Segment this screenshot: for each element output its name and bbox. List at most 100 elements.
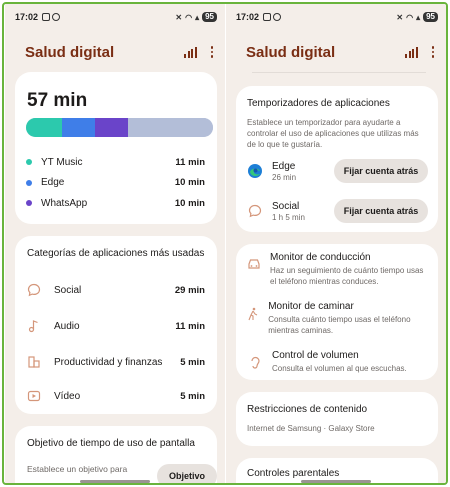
category-label: Vídeo — [54, 390, 81, 402]
car-icon — [247, 258, 261, 270]
navigation-handle[interactable] — [80, 480, 150, 483]
parental-controls-title: Controles parentales — [247, 468, 340, 479]
edge-icon — [247, 163, 263, 179]
right-screen: 17:02 ✕ ◠ ▴ 95 Salud digital Temporizado… — [226, 4, 446, 483]
legend-value: 10 min — [174, 177, 205, 189]
mute-icon: ✕ — [396, 12, 404, 22]
status-bar: 17:02 ✕ ◠ ▴ 95 — [236, 10, 438, 24]
page-title: Salud digital — [246, 43, 336, 61]
walking-monitor-row[interactable]: Monitor de caminar Consulta cuánto tiemp… — [247, 301, 428, 336]
driving-monitor-row[interactable]: Monitor de conducción Haz un seguimiento… — [247, 252, 428, 287]
legend-label: WhatsApp — [41, 197, 88, 209]
total-usage-time: 57 min — [27, 90, 88, 111]
play-icon — [27, 389, 41, 403]
timer-app-usage: 1 h 5 min — [272, 212, 305, 222]
category-row-audio[interactable]: Audio 11 min — [27, 316, 205, 336]
signal-icon: ▴ — [195, 12, 200, 22]
scroll-divider — [252, 72, 426, 73]
category-value: 5 min — [180, 390, 205, 402]
monitor-title: Monitor de conducción — [270, 252, 371, 263]
notification-icons — [263, 13, 282, 21]
page-title: Salud digital — [25, 43, 115, 61]
stats-bars-icon[interactable] — [405, 46, 418, 58]
more-options-icon[interactable] — [431, 46, 434, 58]
system-status-icons: ✕ ◠ ▴ 95 — [396, 12, 438, 22]
status-bar: 17:02 ✕ ◠ ▴ 95 — [15, 10, 217, 24]
category-label: Audio — [54, 320, 80, 332]
category-row-social[interactable]: Social 29 min — [27, 280, 205, 300]
category-label: Social — [54, 284, 82, 296]
set-countdown-button[interactable]: Fijar cuenta atrás — [334, 199, 428, 223]
categories-card: Categorías de aplicaciones más usadas So… — [15, 236, 217, 414]
status-time: 17:02 — [15, 12, 39, 22]
monitors-card: Monitor de conducción Haz un seguimiento… — [236, 244, 438, 380]
legend-label: YT Music — [41, 156, 83, 168]
walking-icon — [247, 307, 259, 321]
timers-title[interactable]: Temporizadores de aplicaciones — [247, 98, 390, 109]
wifi-icon: ◠ — [185, 12, 193, 22]
content-restrictions-card[interactable]: Restricciones de contenido Internet de S… — [236, 392, 438, 446]
legend-value: 11 min — [175, 156, 205, 168]
whatsapp-notification-icon — [273, 13, 282, 21]
stats-bars-icon[interactable] — [184, 46, 197, 58]
usage-segment — [127, 118, 213, 137]
category-row-productivity[interactable]: Productividad y finanzas 5 min — [27, 352, 205, 372]
usage-summary-card[interactable]: 57 min YT Music 11 min Edge 10 min Whats… — [15, 72, 217, 224]
left-screen: 17:02 ✕ ◠ ▴ 95 Salud digital 57 min YT M… — [5, 4, 225, 483]
category-value: 29 min — [174, 284, 205, 296]
chat-bubble-icon — [27, 283, 41, 297]
usage-legend: YT Music 11 min Edge 10 min WhatsApp 10 … — [26, 152, 205, 214]
monitor-title: Control de volumen — [272, 350, 359, 361]
usage-stacked-bar — [26, 118, 213, 137]
usage-segment — [26, 118, 63, 137]
goal-description: Establece un objetivo para — [27, 464, 128, 474]
legend-item: WhatsApp 10 min — [26, 193, 205, 214]
app-timers-card: Temporizadores de aplicaciones Establece… — [236, 86, 438, 232]
timer-app-name: Edge — [272, 160, 296, 172]
notification-icons — [42, 13, 61, 21]
battery-indicator: 95 — [423, 12, 438, 22]
legend-item: YT Music 11 min — [26, 152, 205, 173]
status-time: 17:02 — [236, 12, 260, 22]
timer-app-name: Social — [272, 200, 300, 212]
category-value: 11 min — [175, 320, 205, 332]
monitor-description: Haz un seguimiento de cuánto tiempo usas… — [270, 266, 424, 286]
legend-dot — [26, 159, 32, 166]
gallery-notification-icon — [263, 13, 272, 21]
mute-icon: ✕ — [175, 12, 183, 22]
battery-indicator: 95 — [202, 12, 217, 22]
screenshot-frame: 17:02 ✕ ◠ ▴ 95 Salud digital 57 min YT M… — [2, 2, 448, 485]
app-bar: Salud digital — [246, 42, 434, 62]
set-countdown-button[interactable]: Fijar cuenta atrás — [334, 159, 428, 183]
usage-segment — [62, 118, 95, 137]
legend-value: 10 min — [174, 197, 205, 209]
legend-label: Edge — [41, 177, 65, 189]
set-goal-button[interactable]: Objetivo — [157, 464, 217, 483]
monitor-description: Consulta cuánto tiempo usas el teléfono … — [268, 315, 411, 335]
restrictions-description: Internet de Samsung · Galaxy Store — [247, 424, 375, 433]
categories-title: Categorías de aplicaciones más usadas — [27, 248, 205, 259]
legend-dot — [26, 179, 32, 186]
music-note-icon — [27, 319, 41, 333]
monitor-title: Monitor de caminar — [268, 301, 354, 312]
timers-description: Establece un temporizador para ayudarte … — [247, 118, 419, 149]
timer-row-social[interactable]: Social 1 h 5 min Fijar cuenta atrás — [247, 198, 428, 224]
timer-app-usage: 26 min — [272, 172, 297, 182]
legend-dot — [26, 200, 32, 207]
more-options-icon[interactable] — [210, 46, 213, 58]
category-row-video[interactable]: Vídeo 5 min — [27, 386, 205, 406]
briefcase-icon — [27, 355, 41, 369]
signal-icon: ▴ — [416, 12, 421, 22]
category-label: Productividad y finanzas — [54, 356, 163, 368]
ear-icon — [247, 356, 263, 370]
wifi-icon: ◠ — [406, 12, 414, 22]
navigation-handle[interactable] — [301, 480, 371, 483]
system-status-icons: ✕ ◠ ▴ 95 — [175, 12, 217, 22]
category-value: 5 min — [180, 356, 205, 368]
volume-monitor-row[interactable]: Control de volumen Consulta el volumen a… — [247, 350, 428, 374]
chat-bubble-icon — [247, 203, 263, 219]
screen-time-goal-card: Objetivo de tiempo de uso de pantalla Es… — [15, 426, 217, 483]
app-bar: Salud digital — [25, 42, 213, 62]
restrictions-title: Restricciones de contenido — [247, 404, 368, 415]
timer-row-edge[interactable]: Edge 26 min Fijar cuenta atrás — [247, 158, 428, 184]
